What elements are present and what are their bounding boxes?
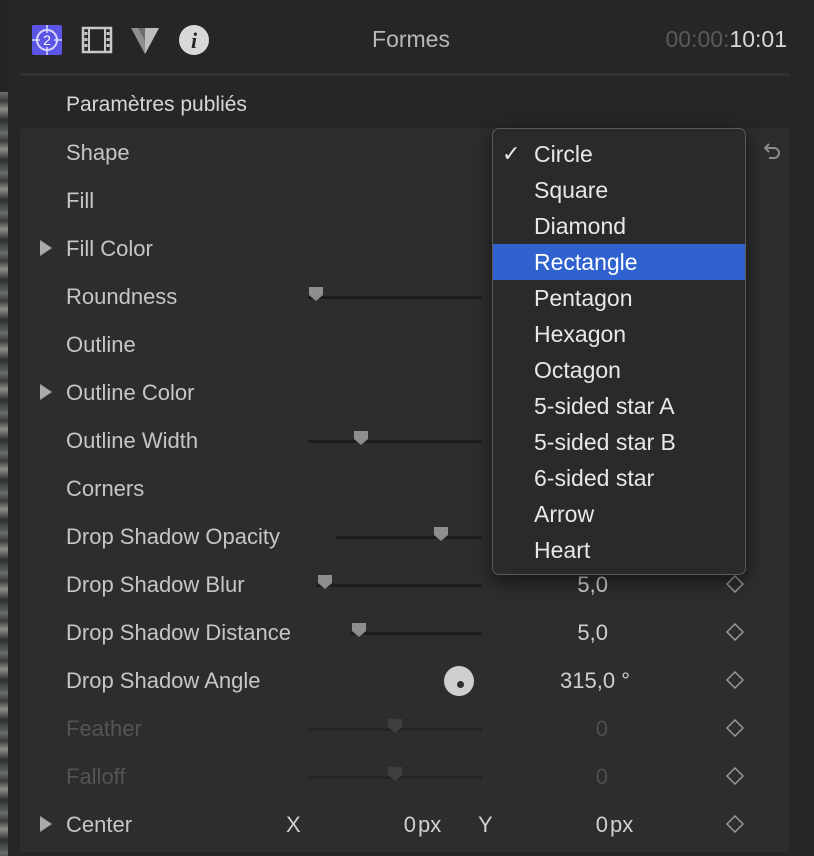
menu-item-5-sided-star-a[interactable]: 5-sided star A (493, 388, 745, 424)
param-label: Drop Shadow Opacity (66, 524, 280, 549)
menu-item-label: Rectangle (534, 249, 638, 275)
param-falloff: Falloff 0 (20, 752, 790, 800)
menu-item-hexagon[interactable]: Hexagon (493, 316, 745, 352)
menu-item-label: 5-sided star A (534, 393, 675, 419)
param-label: Fill (66, 188, 95, 213)
feather-slider-knob (388, 719, 402, 733)
menu-item-octagon[interactable]: Octagon (493, 352, 745, 388)
param-value[interactable]: 315,0 ° (520, 668, 630, 694)
center-y-label: Y (478, 812, 493, 837)
reset-icon[interactable] (760, 140, 782, 162)
opacity-slider-knob[interactable] (433, 526, 449, 542)
falloff-slider-knob (388, 767, 402, 781)
param-value[interactable]: 5,0 (540, 572, 608, 598)
disclosure-triangle-icon[interactable] (40, 384, 52, 400)
header-divider (20, 73, 790, 76)
param-label: Shape (66, 140, 130, 165)
param-value: 0 (595, 716, 608, 741)
param-value[interactable]: 5,0 (540, 620, 608, 646)
inspector-header: 2 i Formes 00:00:10:01 (8, 0, 814, 76)
menu-item-label: 5-sided star B (534, 429, 676, 455)
distance-slider-track[interactable] (350, 632, 482, 635)
disclosure-triangle-icon[interactable] (40, 816, 52, 832)
menu-item-square[interactable]: Square (493, 172, 745, 208)
keyframe-icon[interactable] (726, 671, 744, 689)
center-y-unit: px (610, 812, 634, 837)
distance-slider-knob[interactable] (351, 622, 367, 638)
menu-item-5-sided-star-b[interactable]: 5-sided star B (493, 424, 745, 460)
timecode-bright: 10:01 (729, 26, 787, 52)
center-y-value[interactable]: 0 (550, 812, 608, 838)
blur-slider-knob[interactable] (317, 574, 333, 590)
outline-width-slider-knob[interactable] (353, 430, 369, 446)
outline-width-slider-track[interactable] (308, 440, 482, 443)
menu-item-circle[interactable]: ✓ Circle (493, 136, 745, 172)
angle-dial[interactable] (444, 666, 474, 696)
menu-item-label: Pentagon (534, 285, 633, 311)
param-label: Center (66, 812, 133, 837)
timecode: 00:00:10:01 (665, 26, 787, 53)
menu-item-pentagon[interactable]: Pentagon (493, 280, 745, 316)
menu-item-label: Octagon (534, 357, 621, 383)
menu-item-label: Square (534, 177, 609, 203)
menu-item-label: 6-sided star (534, 465, 655, 491)
center-x-unit: px (418, 812, 442, 837)
opacity-slider-track[interactable] (336, 536, 482, 539)
menu-item-rectangle[interactable]: Rectangle (493, 244, 745, 280)
param-label: Roundness (66, 284, 178, 309)
param-value: 0 (595, 764, 608, 789)
center-x-value[interactable]: 0 (360, 812, 416, 838)
keyframe-icon[interactable] (726, 767, 744, 785)
menu-item-label: Arrow (534, 501, 595, 527)
param-label: Outline Color (66, 380, 195, 405)
param-label: Fill Color (66, 236, 153, 261)
menu-item-6-sided-star[interactable]: 6-sided star (493, 460, 745, 496)
menu-item-label: Heart (534, 537, 591, 563)
keyframe-icon[interactable] (726, 623, 744, 641)
menu-item-heart[interactable]: Heart (493, 532, 745, 568)
menu-item-label: Hexagon (534, 321, 627, 347)
disclosure-triangle-icon[interactable] (40, 240, 52, 256)
keyframe-icon[interactable] (726, 815, 744, 833)
param-label: Drop Shadow Blur (66, 572, 245, 597)
param-center: Center X 0 px Y 0 px (20, 800, 790, 848)
param-drop-shadow-distance: Drop Shadow Distance 5,0 (20, 608, 790, 656)
blur-slider-track[interactable] (316, 584, 482, 587)
roundness-slider-knob[interactable] (308, 286, 324, 302)
param-label: Outline (66, 332, 136, 357)
center-x-label: X (286, 812, 301, 837)
menu-item-label: Diamond (534, 213, 627, 239)
param-feather: Feather 0 (20, 704, 790, 752)
keyframe-icon[interactable] (726, 719, 744, 737)
shape-dropdown-menu[interactable]: ✓ Circle Square Diamond Rectangle Pentago… (492, 128, 746, 575)
param-label: Outline Width (66, 428, 199, 453)
param-drop-shadow-angle: Drop Shadow Angle 315,0 ° (20, 656, 790, 704)
roundness-slider-track[interactable] (308, 296, 482, 299)
menu-item-diamond[interactable]: Diamond (493, 208, 745, 244)
timecode-dim: 00:00: (665, 26, 730, 52)
section-title: Paramètres publiés (66, 93, 247, 116)
param-label: Feather (66, 716, 142, 741)
param-label: Drop Shadow Distance (66, 620, 292, 645)
checkmark-icon: ✓ (502, 141, 521, 166)
param-label: Drop Shadow Angle (66, 668, 261, 693)
param-label: Falloff (66, 764, 126, 789)
keyframe-icon[interactable] (726, 575, 744, 593)
menu-item-arrow[interactable]: Arrow (493, 496, 745, 532)
menu-item-label: Circle (534, 141, 593, 167)
background-video-edge (0, 92, 8, 856)
param-label: Corners (66, 476, 145, 501)
